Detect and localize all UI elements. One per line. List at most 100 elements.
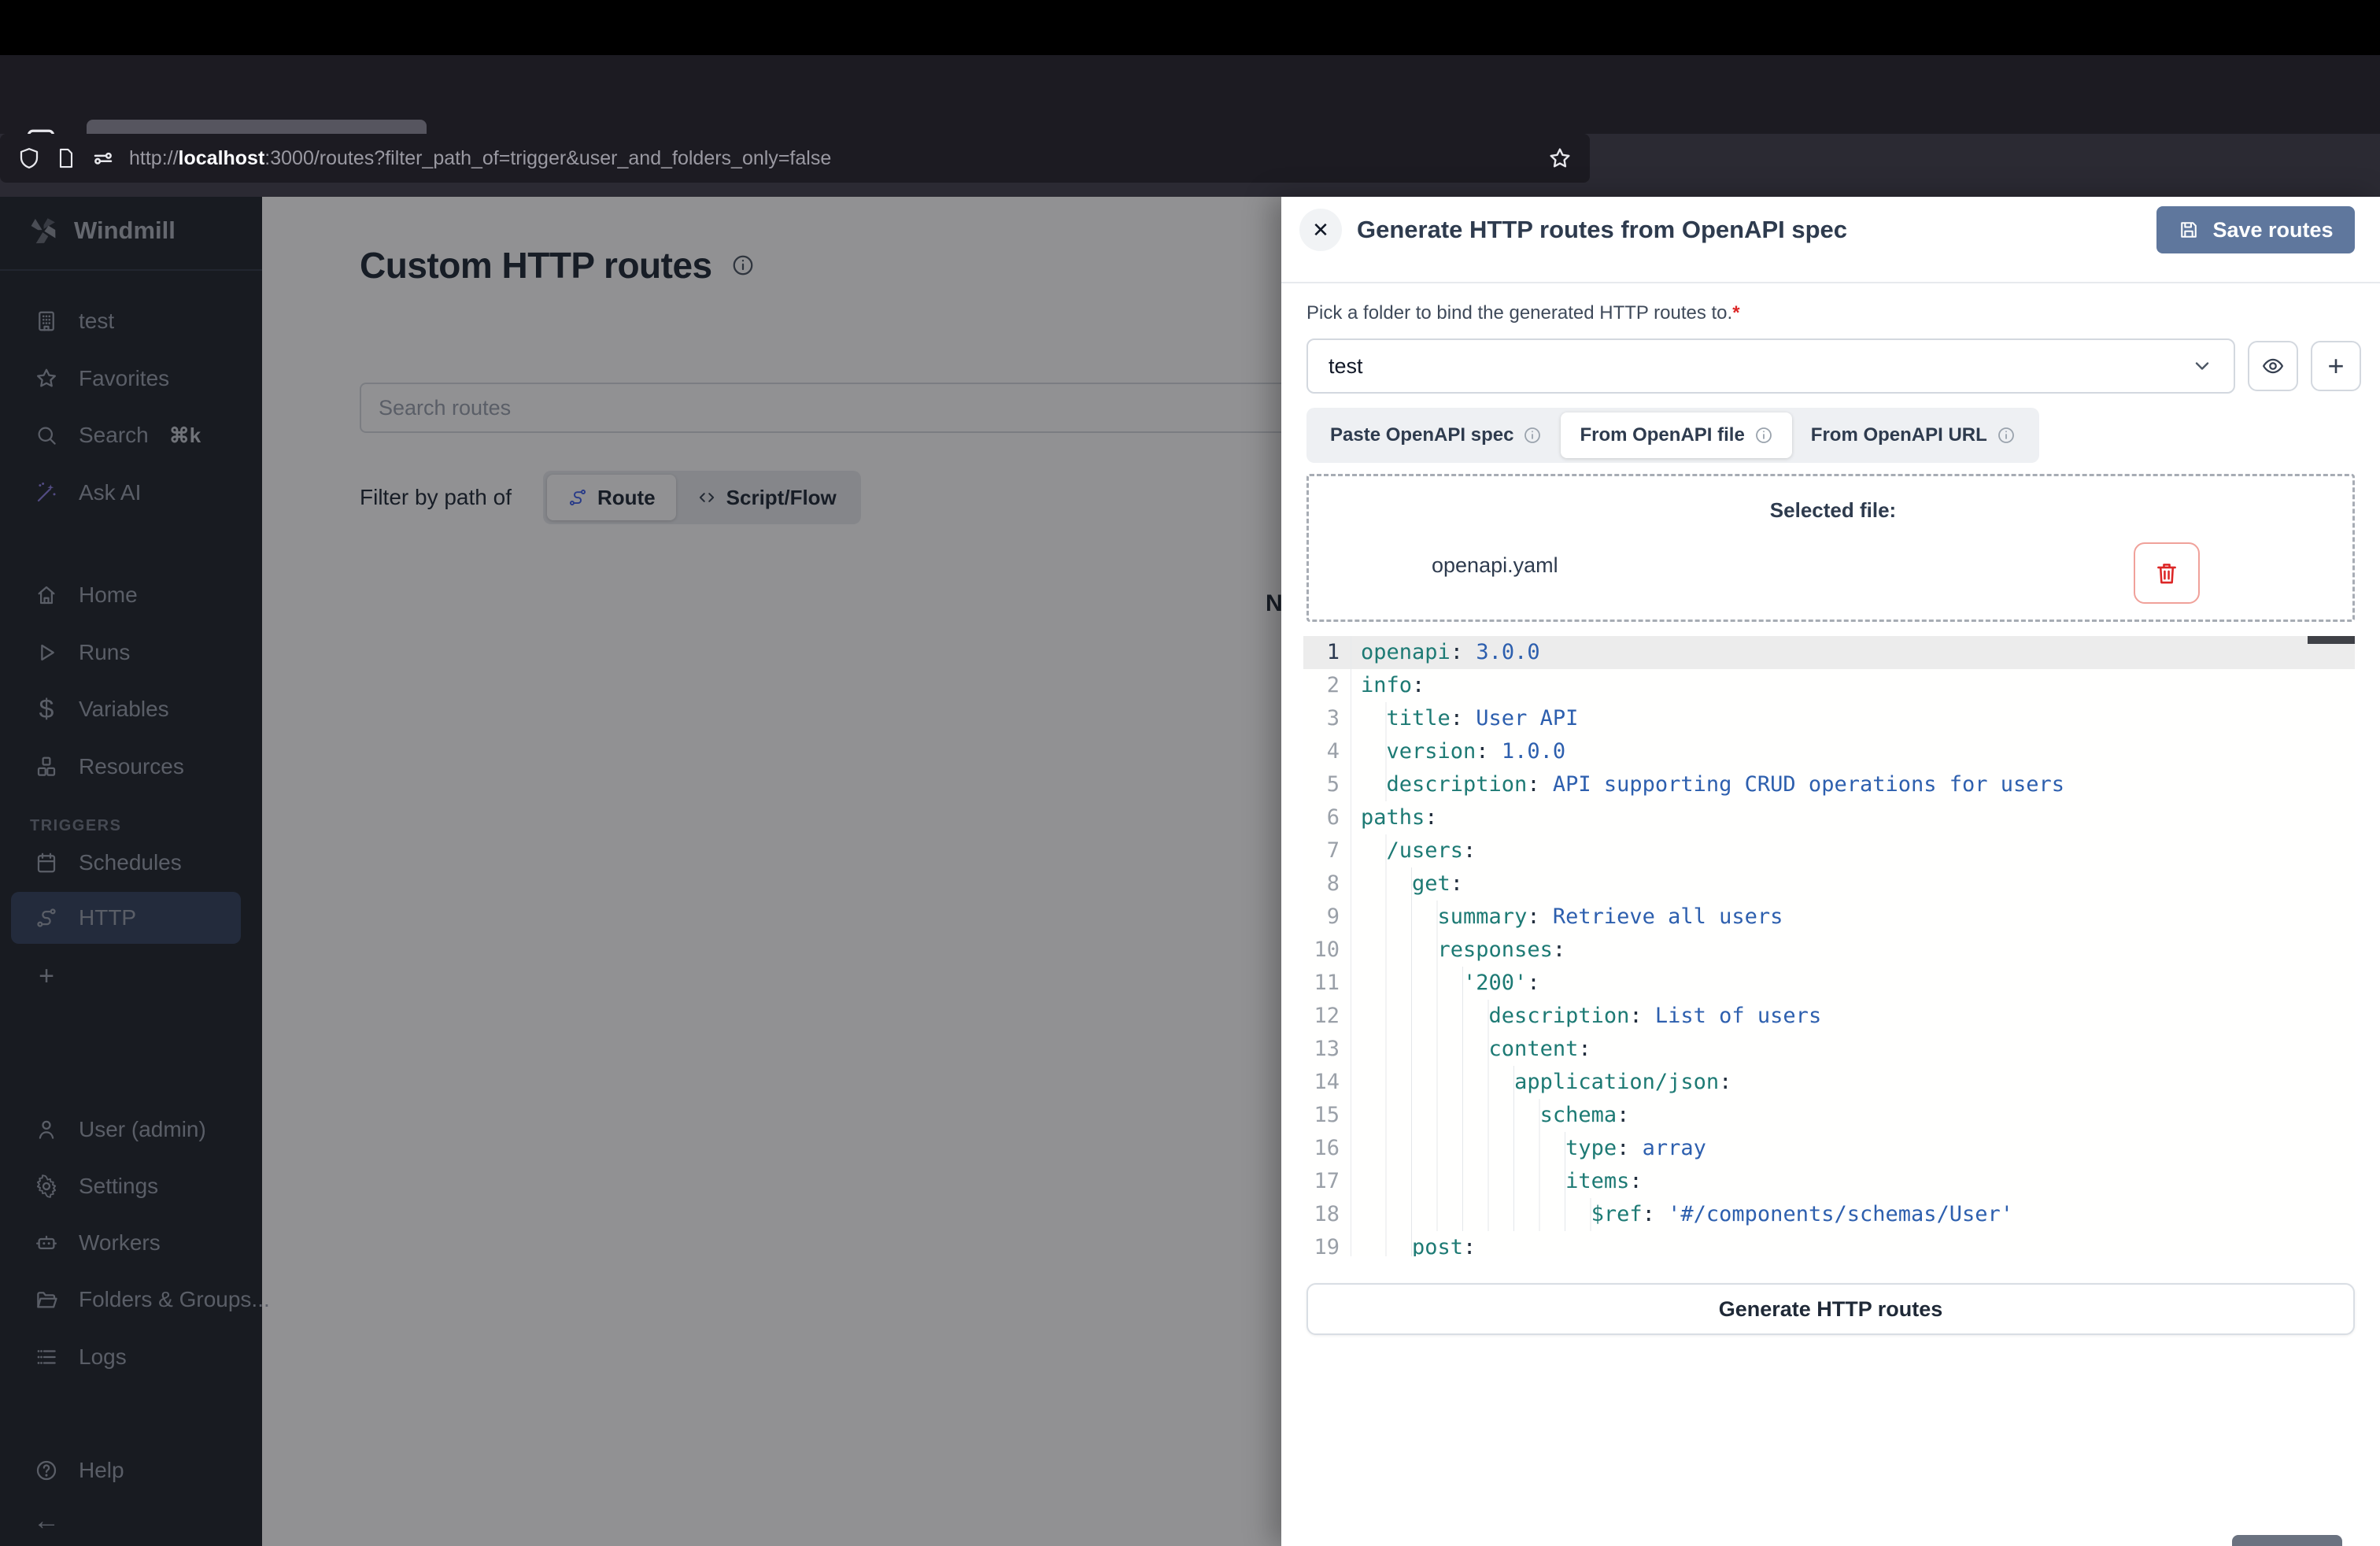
code-line[interactable]: 18$ref: '#/components/schemas/User'	[1303, 1198, 2355, 1231]
tab-label: From OpenAPI file	[1580, 424, 1744, 446]
line-number: 9	[1303, 901, 1351, 934]
close-icon: ✕	[1312, 218, 1329, 242]
view-folder-button[interactable]	[2248, 341, 2298, 391]
line-number: 10	[1303, 934, 1351, 967]
code-text: post:	[1351, 1231, 1476, 1256]
code-text: description: API supporting CRUD operati…	[1351, 768, 2064, 801]
code-text: get:	[1351, 867, 1463, 901]
line-number: 7	[1303, 834, 1351, 867]
code-line[interactable]: 5description: API supporting CRUD operat…	[1303, 768, 2355, 801]
shield-icon[interactable]	[17, 146, 41, 170]
url-text[interactable]: http://localhost:3000/routes?filter_path…	[129, 147, 1533, 170]
code-text: schema:	[1351, 1099, 1629, 1132]
trash-icon	[2153, 560, 2180, 586]
info-icon[interactable]	[1754, 426, 1773, 445]
code-line[interactable]: 9summary: Retrieve all users	[1303, 901, 2355, 934]
file-drop-zone[interactable]: Selected file: openapi.yaml	[1306, 474, 2355, 622]
line-number: 14	[1303, 1066, 1351, 1099]
tab-paste-openapi-spec[interactable]: Paste OpenAPI spec	[1311, 412, 1561, 458]
line-number: 16	[1303, 1132, 1351, 1165]
code-line[interactable]: 8get:	[1303, 867, 2355, 901]
code-line[interactable]: 19post:	[1303, 1231, 2355, 1256]
editor-scrollbar-thumb[interactable]	[2308, 636, 2355, 644]
save-routes-button[interactable]: Save routes	[2156, 206, 2355, 253]
code-text: '200':	[1351, 967, 1540, 1000]
openapi-code-editor[interactable]: 1openapi: 3.0.02info:3title: User API4ve…	[1303, 636, 2355, 1256]
drawer-title: Generate HTTP routes from OpenAPI spec	[1357, 216, 1847, 244]
code-line[interactable]: 1openapi: 3.0.0	[1303, 636, 2355, 669]
code-text: version: 1.0.0	[1351, 735, 1565, 768]
line-number: 15	[1303, 1099, 1351, 1132]
code-line[interactable]: 17items:	[1303, 1165, 2355, 1198]
code-line[interactable]: 16type: array	[1303, 1132, 2355, 1165]
line-number: 8	[1303, 867, 1351, 901]
code-text: type: array	[1351, 1132, 1706, 1165]
line-number: 2	[1303, 669, 1351, 702]
line-number: 18	[1303, 1198, 1351, 1231]
folder-select[interactable]: test	[1306, 338, 2235, 394]
remove-file-button[interactable]	[2134, 542, 2200, 604]
info-icon[interactable]	[1523, 426, 1542, 445]
route-name: GET users	[1306, 1541, 1428, 1546]
source-tabs: Paste OpenAPI spec From OpenAPI file From …	[1306, 408, 2039, 463]
tab-from-openapi-file[interactable]: From OpenAPI file	[1561, 412, 1791, 458]
browser-toolbar: http://localhost:3000/routes?filter_path…	[0, 134, 2380, 197]
add-folder-button[interactable]: +	[2311, 341, 2361, 391]
code-line[interactable]: 13content:	[1303, 1033, 2355, 1066]
line-number: 1	[1303, 636, 1351, 669]
line-number: 12	[1303, 1000, 1351, 1033]
bookmark-star-icon[interactable]	[1547, 146, 1572, 171]
code-line[interactable]: 10responses:	[1303, 934, 2355, 967]
edit-route-button[interactable]: Edit	[2232, 1535, 2342, 1546]
tab-label: From OpenAPI URL	[1811, 424, 1987, 446]
code-text: title: User API	[1351, 702, 1578, 735]
line-number: 5	[1303, 768, 1351, 801]
code-text: /users:	[1351, 834, 1476, 867]
line-number: 13	[1303, 1033, 1351, 1066]
code-text: paths:	[1351, 801, 1438, 834]
drawer-divider	[1281, 282, 2380, 283]
eye-icon	[2261, 354, 2285, 378]
page-info-icon[interactable]	[55, 147, 77, 169]
app-page: Windmill testFavoritesSearch⌘kAsk AIHome…	[0, 197, 2380, 1546]
code-text: summary: Retrieve all users	[1351, 901, 1783, 934]
code-text: application/json:	[1351, 1066, 1731, 1099]
line-number: 3	[1303, 702, 1351, 735]
code-line[interactable]: 11'200':	[1303, 967, 2355, 1000]
line-number: 17	[1303, 1165, 1351, 1198]
folder-label: Pick a folder to bind the generated HTTP…	[1306, 302, 1740, 324]
line-number: 11	[1303, 967, 1351, 1000]
plus-icon: +	[2327, 352, 2344, 380]
code-line[interactable]: 14application/json:	[1303, 1066, 2355, 1099]
url-bar[interactable]: http://localhost:3000/routes?filter_path…	[0, 134, 1590, 183]
code-line[interactable]: 3title: User API	[1303, 702, 2355, 735]
code-line[interactable]: 6paths:	[1303, 801, 2355, 834]
permissions-icon[interactable]	[91, 146, 115, 170]
screenshot-root: HTTP triggers | Windmill ✕ +	[0, 0, 2380, 1546]
required-asterisk: *	[1732, 302, 1739, 324]
code-text: responses:	[1351, 934, 1565, 967]
folder-select-value: test	[1329, 354, 1363, 379]
tab-label: Paste OpenAPI spec	[1330, 424, 1513, 446]
info-icon[interactable]	[1997, 426, 2016, 445]
code-line[interactable]: 15schema:	[1303, 1099, 2355, 1132]
generate-routes-button[interactable]: Generate HTTP routes	[1306, 1283, 2355, 1335]
code-line[interactable]: 2info:	[1303, 669, 2355, 702]
code-line[interactable]: 7/users:	[1303, 834, 2355, 867]
code-line[interactable]: 4version: 1.0.0	[1303, 735, 2355, 768]
chevron-down-icon	[2191, 355, 2213, 377]
selected-file-name: openapi.yaml	[1432, 553, 1558, 578]
code-text: items:	[1351, 1165, 1643, 1198]
code-text: info:	[1351, 669, 1425, 702]
line-number: 19	[1303, 1231, 1351, 1256]
drawer-close-button[interactable]: ✕	[1299, 209, 1342, 251]
code-line[interactable]: 12description: List of users	[1303, 1000, 2355, 1033]
openapi-drawer: ✕ Generate HTTP routes from OpenAPI spec…	[1281, 197, 2380, 1546]
code-text: content:	[1351, 1033, 1591, 1066]
line-number: 6	[1303, 801, 1351, 834]
code-text: $ref: '#/components/schemas/User'	[1351, 1198, 2013, 1231]
selected-file-heading: Selected file:	[1309, 498, 2357, 523]
line-number: 4	[1303, 735, 1351, 768]
code-text: openapi: 3.0.0	[1351, 636, 1540, 669]
tab-from-openapi-url[interactable]: From OpenAPI URL	[1792, 412, 2034, 458]
